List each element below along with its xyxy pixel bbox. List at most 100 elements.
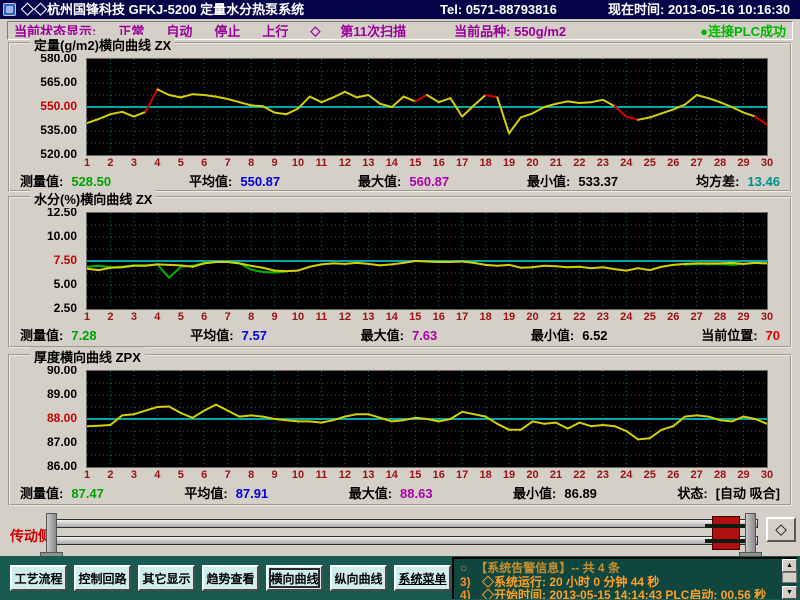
scroll-down-icon[interactable]: ▼ xyxy=(782,586,797,599)
toolbar-button-纵向曲线[interactable]: 纵向曲线 xyxy=(330,565,387,591)
x-tick-20: 20 xyxy=(526,311,538,323)
toolbar-button-label: 控制回路 xyxy=(78,570,126,587)
x-tick-25: 25 xyxy=(644,311,656,323)
x-tick-9: 9 xyxy=(272,469,278,481)
x-tick-17: 17 xyxy=(456,311,468,323)
chart-panel-basis-weight: 定量(g/m2)横向曲线 ZX 580.00565.00550.00535.00… xyxy=(8,42,792,192)
tel-label: Tel: 0571-88793816 xyxy=(440,0,557,19)
x-tick-8: 8 xyxy=(248,157,254,169)
toolbar-button-label: 其它显示 xyxy=(142,570,190,587)
x-tick-18: 18 xyxy=(479,311,491,323)
x-tick-7: 7 xyxy=(225,469,231,481)
x-tick-13: 13 xyxy=(362,157,374,169)
x-tick-29: 29 xyxy=(737,469,749,481)
x-tick-30: 30 xyxy=(761,311,773,323)
toolbar-button-系统菜单[interactable]: 系统菜单 xyxy=(394,565,451,591)
x-tick-1: 1 xyxy=(84,469,90,481)
current-time-label: 现在时间: 2013-05-16 10:16:30 xyxy=(608,0,790,19)
x-tick-13: 13 xyxy=(362,469,374,481)
x-tick-12: 12 xyxy=(339,157,351,169)
bottom-band: 工艺流程控制回路其它显示趋势查看横向曲线纵向曲线系统菜单 ○【系统告警信息】--… xyxy=(0,556,800,600)
plot-area-moisture xyxy=(86,212,768,310)
stat-label: 最小值: xyxy=(527,174,570,189)
stat-label: 当前位置: xyxy=(701,328,757,343)
plot-area-thickness xyxy=(86,370,768,468)
stat-value: 86.89 xyxy=(564,486,597,501)
x-tick-18: 18 xyxy=(479,469,491,481)
stat-value: [自动 吸合] xyxy=(716,486,780,501)
scanner-rail-top xyxy=(52,519,758,528)
stat-label: 平均值: xyxy=(190,328,233,343)
title-bar: ◇◇杭州国锋科技 GFKJ-5200 定量水分热泵系统 Tel: 0571-88… xyxy=(0,0,800,19)
x-tick-11: 11 xyxy=(316,157,328,169)
x-tick-21: 21 xyxy=(550,469,562,481)
alarm-item-4: 4)◇开始时间: 2013-05-15 14:14:43 PLC启动: 00.5… xyxy=(460,586,766,599)
toolbar-button-其它显示[interactable]: 其它显示 xyxy=(138,565,195,591)
x-tick-22: 22 xyxy=(573,469,585,481)
y-tick-7.50: 7.50 xyxy=(54,253,77,267)
x-tick-2: 2 xyxy=(107,469,113,481)
stat-最大值: 最大值:88.63 xyxy=(349,483,433,502)
stat-label: 最大值: xyxy=(349,486,392,501)
y-tick-550.00: 550.00 xyxy=(40,99,77,113)
app-title: ◇◇杭州国锋科技 GFKJ-5200 定量水分热泵系统 xyxy=(21,0,304,19)
x-tick-9: 9 xyxy=(272,157,278,169)
x-tick-24: 24 xyxy=(620,469,632,481)
x-tick-17: 17 xyxy=(456,157,468,169)
stat-label: 最小值: xyxy=(513,486,556,501)
alarm-panel: ○【系统告警信息】-- 共 4 条 3)◇系统运行: 20 小时 0 分钟 44… xyxy=(452,557,797,599)
scroll-up-icon[interactable]: ▲ xyxy=(782,559,797,572)
chart-title-thickness: 厚度横向曲线 ZPX xyxy=(30,347,145,366)
diamond-button[interactable]: ◇ xyxy=(766,517,796,542)
x-tick-4: 4 xyxy=(154,311,160,323)
x-tick-27: 27 xyxy=(691,469,703,481)
x-tick-10: 10 xyxy=(292,157,304,169)
scan-count-label: 第11次扫描 xyxy=(340,21,406,40)
stat-value: 13.46 xyxy=(747,174,780,189)
stat-label: 最大值: xyxy=(361,328,404,343)
alarm-scrollbar[interactable]: ▲ ▼ xyxy=(782,559,797,599)
stats-row-thickness: 测量值:87.47平均值:87.91最大值:88.63最小值:86.89状态:[… xyxy=(20,483,780,502)
y-tick-10.00: 10.00 xyxy=(47,229,77,243)
x-tick-1: 1 xyxy=(84,311,90,323)
x-tick-24: 24 xyxy=(620,311,632,323)
stat-平均值: 平均值:87.91 xyxy=(184,483,268,502)
x-tick-22: 22 xyxy=(573,311,585,323)
x-tick-27: 27 xyxy=(691,157,703,169)
x-tick-3: 3 xyxy=(131,469,137,481)
scanner-rail-bottom xyxy=(52,536,758,545)
toolbar-button-横向曲线[interactable]: 横向曲线 xyxy=(266,565,323,591)
stat-最小值: 最小值:6.52 xyxy=(531,325,608,344)
stat-value: 560.87 xyxy=(409,174,449,189)
toolbar-button-工艺流程[interactable]: 工艺流程 xyxy=(10,565,67,591)
toolbar: 工艺流程控制回路其它显示趋势查看横向曲线纵向曲线系统菜单 xyxy=(10,565,451,591)
x-tick-7: 7 xyxy=(225,311,231,323)
carriage-band xyxy=(705,539,747,543)
stat-测量值: 测量值:87.47 xyxy=(20,483,104,502)
x-tick-10: 10 xyxy=(292,469,304,481)
carriage-band xyxy=(705,524,747,528)
toolbar-button-控制回路[interactable]: 控制回路 xyxy=(74,565,131,591)
x-tick-14: 14 xyxy=(386,311,398,323)
chart-panel-moisture: 水分(%)横向曲线 ZX 12.5010.007.505.002.50 1234… xyxy=(8,196,792,348)
x-axis-moisture: 1234567891011121314151617181920212223242… xyxy=(87,311,767,324)
toolbar-button-label: 工艺流程 xyxy=(14,570,62,587)
stats-row-basis-weight: 测量值:528.50平均值:550.87最大值:560.87最小值:533.37… xyxy=(20,171,780,190)
x-tick-5: 5 xyxy=(178,157,184,169)
scroll-thumb[interactable] xyxy=(782,572,797,583)
status-state-上行: 上行 xyxy=(262,21,288,40)
app-icon xyxy=(3,3,16,16)
x-tick-16: 16 xyxy=(433,311,445,323)
x-tick-26: 26 xyxy=(667,157,679,169)
x-tick-29: 29 xyxy=(737,157,749,169)
toolbar-button-趋势查看[interactable]: 趋势查看 xyxy=(202,565,259,591)
x-tick-4: 4 xyxy=(154,469,160,481)
x-tick-12: 12 xyxy=(339,469,351,481)
stat-value: 6.52 xyxy=(582,328,607,343)
stat-平均值: 平均值:550.87 xyxy=(189,171,280,190)
stats-row-moisture: 测量值:7.28平均值:7.57最大值:7.63最小值:6.52当前位置:70 xyxy=(20,325,780,344)
stat-label: 平均值: xyxy=(189,174,232,189)
x-tick-18: 18 xyxy=(479,157,491,169)
x-tick-2: 2 xyxy=(107,157,113,169)
x-tick-2: 2 xyxy=(107,311,113,323)
